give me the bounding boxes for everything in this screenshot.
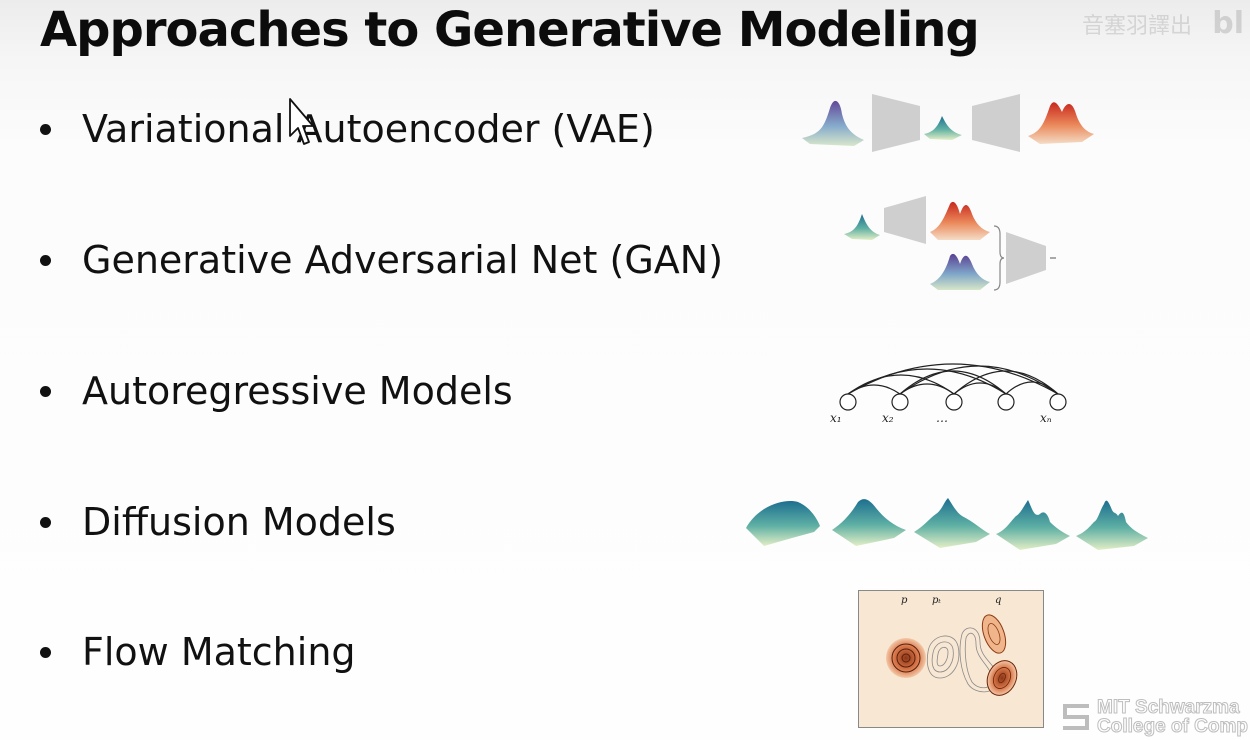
logo-line-2: College of Comp (1097, 716, 1249, 737)
diffusion-step-5-icon (1076, 500, 1148, 550)
discriminator-icon (1006, 232, 1046, 284)
bullet-label: Flow Matching (82, 630, 356, 674)
bullet-gan: Generative Adversarial Net (GAN) (40, 235, 723, 285)
bullet-dot (40, 516, 51, 528)
real-distribution-icon (930, 253, 990, 290)
diffusion-step-2-icon (832, 499, 906, 546)
logo-line-1: MIT Schwarzma (1097, 697, 1241, 718)
fake-distribution-icon (930, 201, 990, 240)
encoder-icon (872, 94, 920, 152)
mit-schwarzman-logo-icon (1063, 702, 1091, 732)
node-x1 (839, 393, 857, 411)
node-label: x₂ (882, 411, 894, 425)
label-q: q (995, 595, 1001, 606)
node-label: … (936, 411, 948, 425)
output-distribution-icon (1028, 102, 1094, 144)
bullet-label: Generative Adversarial Net (GAN) (82, 238, 724, 282)
node-ellipsis (945, 393, 963, 411)
node-label: x₁ (830, 411, 842, 425)
mouse-pointer-icon (289, 98, 314, 145)
node-x4 (997, 393, 1015, 411)
node-label: xₙ (1040, 411, 1052, 425)
label-p: p (901, 595, 908, 606)
latent-distribution-icon (924, 116, 962, 140)
bullet-diffusion: Diffusion Models (40, 497, 396, 547)
diffusion-step-1-icon (746, 501, 820, 546)
node-x2 (891, 393, 909, 411)
bullet-dot (40, 385, 51, 397)
bullet-label: Diffusion Models (82, 500, 396, 544)
flow-matching-plot: p pₜ q (858, 590, 1044, 728)
bullet-vae: Variational Autoencoder (VAE) (40, 104, 655, 154)
generator-icon (884, 196, 926, 244)
bullet-dot (40, 646, 51, 658)
label-pt: pₜ (932, 595, 941, 606)
gan-illustration (844, 196, 1056, 291)
bullet-flow-matching: Flow Matching (40, 627, 356, 677)
diffusion-illustration (746, 498, 1148, 550)
watermark-text: 音塞羽譯出 (1081, 14, 1192, 39)
noise-distribution-icon (844, 214, 880, 240)
autoregressive-diagram: x₁ x₂ … xₙ (830, 363, 1067, 425)
bullet-dot (40, 123, 51, 135)
node-xn (1049, 393, 1067, 411)
watermark-logo: bl (1212, 6, 1244, 41)
source-distribution-p (886, 638, 926, 678)
bullet-dot (40, 254, 51, 266)
bullet-autoregressive: Autoregressive Models (40, 366, 513, 416)
bullet-label: Variational Autoencoder (VAE) (82, 107, 655, 151)
mit-schwarzman-logo: MIT Schwarzma College of Comp (1063, 697, 1249, 737)
input-distribution-icon (802, 100, 864, 146)
slide-title: Approaches to Generative Modeling (40, 2, 980, 58)
decoder-icon (972, 94, 1020, 152)
bracket-icon (993, 225, 1005, 291)
bullet-label: Autoregressive Models (82, 369, 513, 413)
diffusion-step-4-icon (996, 500, 1070, 550)
diffusion-step-3-icon (914, 498, 990, 548)
vae-illustration (802, 94, 1094, 152)
